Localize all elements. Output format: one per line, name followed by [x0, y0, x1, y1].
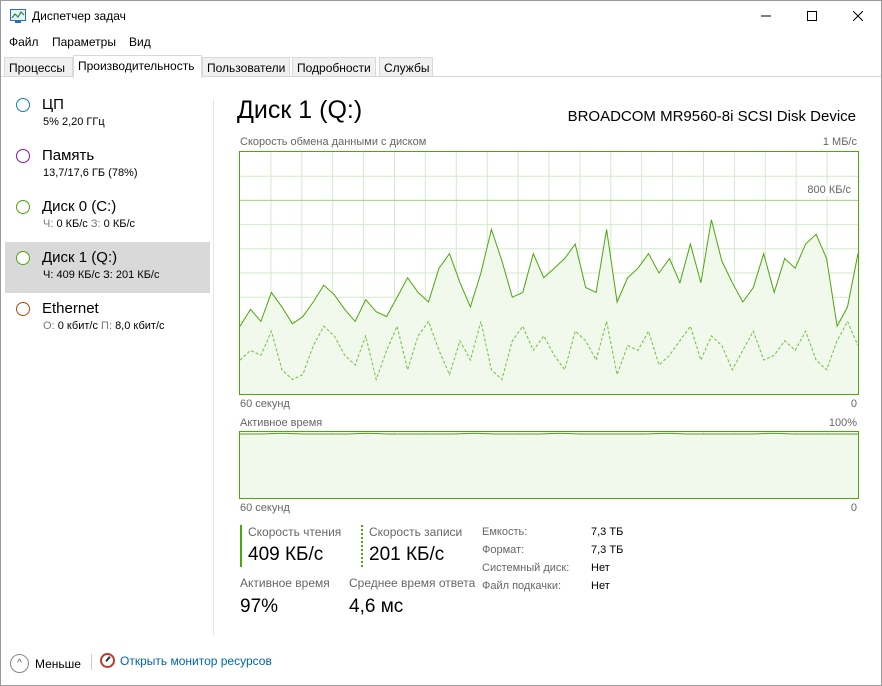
prop-capacity-value: 7,3 ТБ: [591, 526, 624, 538]
fewer-details-button[interactable]: ^ Меньше: [10, 654, 81, 673]
read-value: 409 КБ/с: [248, 544, 324, 565]
active-time-label: Активное время: [240, 576, 330, 590]
sidebar-item-label: Диск 1 (Q:): [42, 249, 118, 266]
tab-details[interactable]: Подробности: [292, 57, 376, 77]
page-title: Диск 1 (Q:): [237, 96, 363, 124]
prop-system-value: Нет: [591, 562, 610, 574]
graph2-max: 100%: [828, 417, 857, 429]
sidebar-item-cpu[interactable]: ЦП 5% 2,20 ГГц: [5, 89, 210, 140]
active-time-chart: [240, 432, 858, 498]
graph2-xleft: 60 секунд: [240, 502, 290, 514]
graph1-xright: 0: [850, 398, 857, 410]
chevron-up-icon: ^: [10, 654, 29, 673]
sidebar-item-label: ЦП: [42, 96, 64, 113]
fewer-details-label: Меньше: [35, 656, 81, 671]
sidebar-divider: [213, 99, 214, 635]
footer-separator: [91, 654, 92, 670]
menu-options[interactable]: Параметры: [52, 35, 116, 49]
sidebar-item-disk1[interactable]: Диск 1 (Q:) Ч: 409 КБ/с З: 201 КБ/с: [5, 242, 210, 293]
resource-monitor-label: Открыть монитор ресурсов: [120, 653, 272, 668]
prop-pagefile-label: Файл подкачки:: [482, 580, 562, 592]
graph1-max: 1 МБ/с: [822, 136, 857, 148]
graph2-label: Активное время: [240, 417, 323, 429]
title-bar: Диспетчер задач: [1, 1, 881, 31]
prop-capacity-label: Емкость:: [482, 526, 528, 538]
menu-view[interactable]: Вид: [129, 35, 151, 49]
graph1-marker: 800 КБ/с: [805, 184, 853, 196]
disk1-status-icon: [16, 251, 30, 265]
sidebar-item-ethernet[interactable]: Ethernet О: 0 кбит/с П: 8,0 кбит/с: [5, 293, 210, 344]
response-time-value: 4,6 мс: [349, 596, 404, 617]
maximize-icon: [807, 11, 817, 21]
sidebar-item-sub: Ч: 409 КБ/с З: 201 КБ/с: [43, 269, 160, 281]
tab-services[interactable]: Службы: [379, 57, 433, 77]
minimize-button[interactable]: [743, 1, 789, 31]
transfer-rate-graph: [239, 151, 859, 395]
resource-monitor-link[interactable]: Открыть монитор ресурсов: [100, 653, 272, 668]
task-manager-icon: [10, 9, 26, 23]
prop-format-value: 7,3 ТБ: [591, 544, 624, 556]
write-label: Скорость записи: [369, 525, 463, 539]
menu-file[interactable]: Файл: [9, 35, 39, 49]
sidebar-item-sub: 5% 2,20 ГГц: [43, 116, 105, 128]
graph1-label: Скорость обмена данными с диском: [240, 136, 427, 148]
read-legend-bar: [240, 525, 242, 567]
active-time-graph: [239, 431, 859, 499]
sidebar-item-label: Память: [42, 147, 95, 164]
sidebar-item-label: Диск 0 (C:): [42, 198, 117, 215]
ethernet-status-icon: [16, 302, 30, 316]
sidebar-item-label: Ethernet: [42, 300, 99, 317]
sidebar-item-sub: 13,7/17,6 ГБ (78%): [43, 167, 138, 179]
window-title: Диспетчер задач: [32, 9, 126, 23]
close-button[interactable]: [835, 1, 881, 31]
sidebar-item-memory[interactable]: Память 13,7/17,6 ГБ (78%): [5, 140, 210, 191]
disk0-status-icon: [16, 200, 30, 214]
cpu-status-icon: [16, 98, 30, 112]
sidebar-item-sub: О: 0 кбит/с П: 8,0 кбит/с: [43, 320, 165, 332]
memory-status-icon: [16, 149, 30, 163]
close-icon: [853, 11, 863, 21]
graph2-xright: 0: [850, 502, 857, 514]
read-label: Скорость чтения: [248, 525, 342, 539]
active-time-value: 97%: [240, 596, 279, 617]
resource-monitor-icon: [100, 653, 115, 668]
tab-users[interactable]: Пользователи: [202, 57, 290, 77]
transfer-rate-chart: [240, 152, 858, 394]
prop-format-label: Формат:: [482, 544, 525, 556]
sidebar-item-disk0[interactable]: Диск 0 (C:) Ч: 0 КБ/с З: 0 КБ/с: [5, 191, 210, 242]
tab-strip: Процессы Производительность Пользователи…: [1, 55, 881, 78]
sidebar-item-sub: Ч: 0 КБ/с З: 0 КБ/с: [43, 218, 135, 230]
minimize-icon: [761, 15, 771, 17]
tab-processes[interactable]: Процессы: [4, 57, 73, 77]
graph1-xleft: 60 секунд: [240, 398, 290, 410]
prop-system-label: Системный диск:: [482, 562, 570, 574]
menu-bar: Файл Параметры Вид: [1, 32, 881, 52]
maximize-button[interactable]: [789, 1, 835, 31]
prop-pagefile-value: Нет: [591, 580, 610, 592]
response-time-label: Среднее время ответа: [349, 576, 476, 590]
tab-performance[interactable]: Производительность: [73, 55, 202, 78]
write-legend-bar: [361, 525, 363, 567]
device-name: BROADCOM MR9560-8i SCSI Disk Device: [567, 108, 856, 125]
active-time-area: [240, 433, 858, 498]
write-value: 201 КБ/с: [369, 544, 445, 565]
footer: ^ Меньше Открыть монитор ресурсов: [1, 647, 881, 677]
task-manager-window: Диспетчер задач Файл Параметры Вид Проце…: [0, 0, 882, 686]
